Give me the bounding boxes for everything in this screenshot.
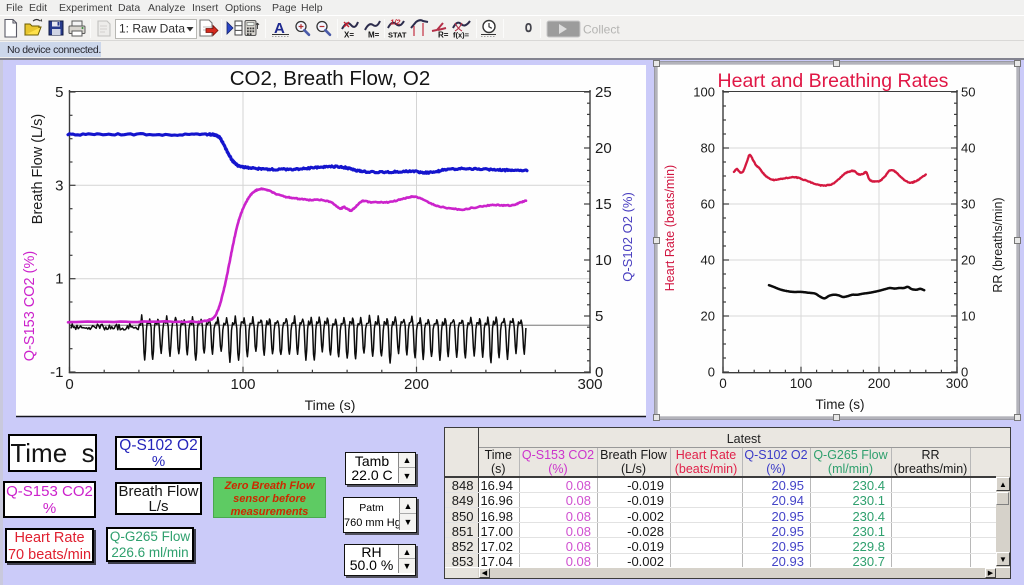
- svg-text:30: 30: [961, 197, 975, 212]
- svg-text:10: 10: [961, 309, 975, 324]
- svg-text:5: 5: [595, 308, 603, 325]
- svg-text:0: 0: [65, 376, 73, 393]
- svg-text:50: 50: [961, 85, 975, 100]
- svg-text:300: 300: [946, 376, 969, 391]
- svg-text:0: 0: [719, 376, 727, 391]
- svg-text:Heart and Breathing Rates: Heart and Breathing Rates: [718, 70, 949, 92]
- svg-text:Q-S153 CO2 (%): Q-S153 CO2 (%): [22, 251, 38, 361]
- svg-text:80: 80: [701, 141, 715, 156]
- svg-text:40: 40: [961, 141, 975, 156]
- svg-text:10: 10: [595, 252, 612, 269]
- svg-text:3: 3: [55, 177, 63, 194]
- svg-text:20: 20: [701, 309, 715, 324]
- svg-text:Time (s): Time (s): [305, 397, 356, 413]
- svg-text:Heart Rate (beats/min): Heart Rate (beats/min): [663, 165, 677, 291]
- svg-text:15: 15: [595, 196, 612, 213]
- svg-text:1: 1: [55, 271, 63, 288]
- svg-text:40: 40: [701, 253, 715, 268]
- svg-text:60: 60: [701, 197, 715, 212]
- svg-text:5: 5: [55, 84, 63, 101]
- svg-text:20: 20: [961, 253, 975, 268]
- svg-text:100: 100: [693, 85, 715, 100]
- svg-text:0: 0: [708, 365, 715, 380]
- svg-text:RR (breaths/min): RR (breaths/min): [991, 197, 1005, 292]
- svg-text:200: 200: [868, 376, 891, 391]
- svg-text:20: 20: [595, 140, 612, 157]
- svg-text:Breath Flow (L/s): Breath Flow (L/s): [30, 114, 46, 224]
- svg-text:300: 300: [577, 376, 602, 393]
- svg-text:Q-S102 O2 (%): Q-S102 O2 (%): [620, 192, 635, 282]
- svg-text:-1: -1: [50, 364, 63, 381]
- svg-text:Time (s): Time (s): [816, 397, 865, 412]
- svg-text:200: 200: [404, 376, 429, 393]
- svg-text:25: 25: [595, 84, 612, 101]
- svg-text:CO2, Breath Flow, O2: CO2, Breath Flow, O2: [230, 67, 431, 90]
- svg-text:100: 100: [790, 376, 813, 391]
- svg-text:100: 100: [230, 376, 255, 393]
